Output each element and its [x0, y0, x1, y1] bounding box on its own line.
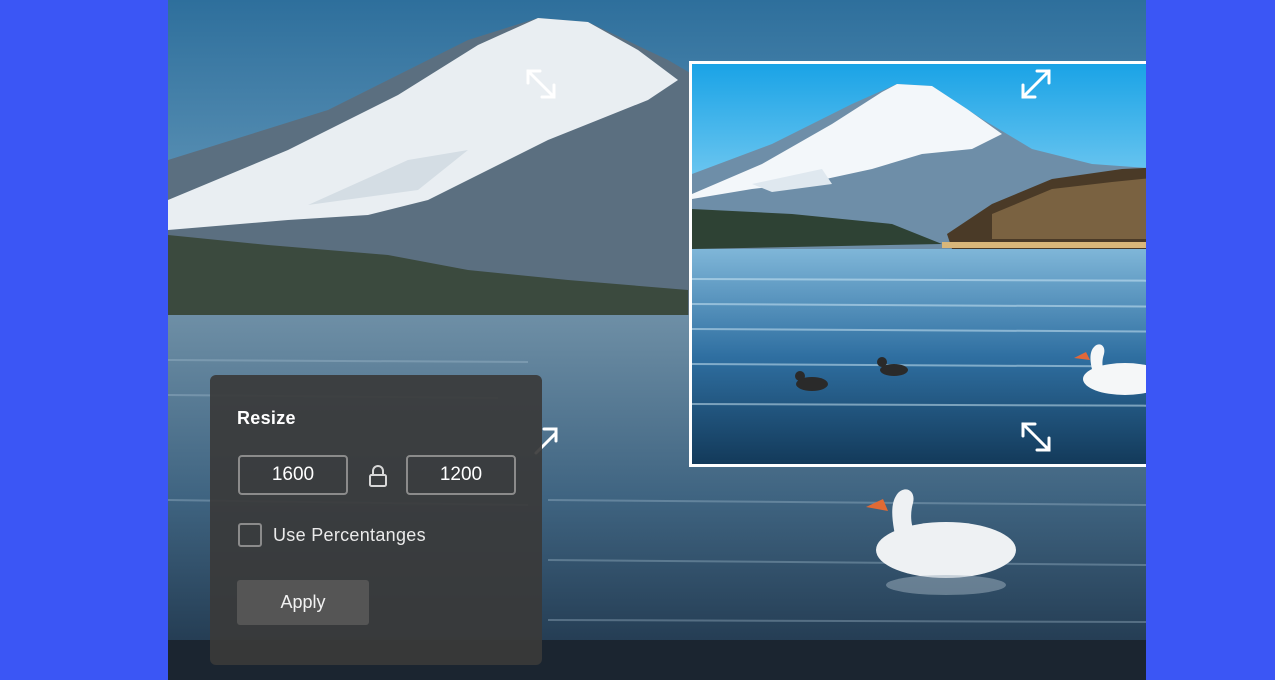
height-input[interactable] [406, 455, 516, 495]
use-percentages-label: Use Percentanges [273, 525, 426, 545]
expand-arrow-icon [526, 69, 556, 99]
apply-button[interactable]: Apply [237, 580, 369, 625]
use-percentages-checkbox[interactable] [238, 523, 262, 547]
resize-handle-top-left[interactable] [524, 67, 558, 101]
crop-selection[interactable] [689, 61, 1146, 467]
cropped-photo [692, 64, 1146, 464]
resize-panel: Resize Use Percentanges Apply [210, 375, 542, 665]
expand-arrow-icon [1021, 69, 1051, 99]
resize-handle-bottom-right[interactable] [1019, 420, 1053, 454]
panel-title: Resize [237, 408, 296, 428]
lock-icon[interactable] [368, 465, 388, 487]
width-input[interactable] [238, 455, 348, 495]
expand-arrow-icon [1021, 422, 1051, 452]
resize-handle-top-right[interactable] [1019, 67, 1053, 101]
